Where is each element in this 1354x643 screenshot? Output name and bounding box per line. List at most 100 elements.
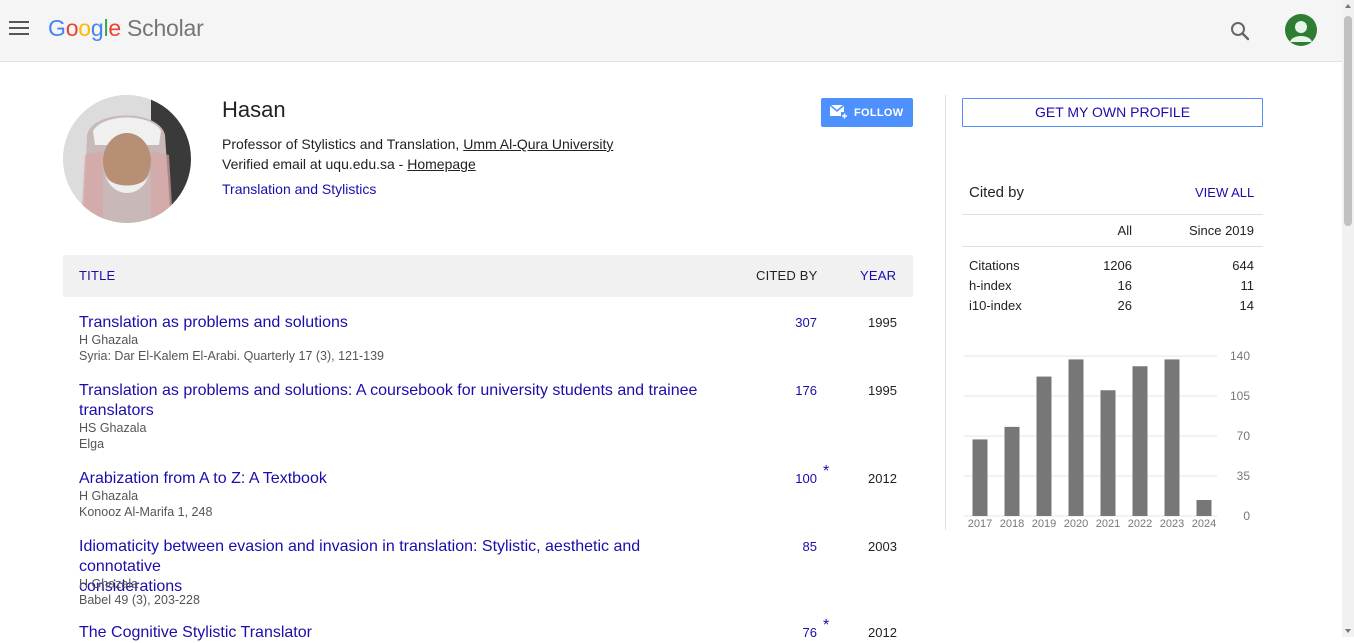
stats-since-value: 11 [1240,278,1255,293]
chart-bar[interactable] [1100,390,1116,516]
cited-by-header[interactable]: CITED BY [756,268,818,283]
cited-by-count-link[interactable]: 76 [763,625,817,640]
article-row: Idiomaticity between evasion and invasio… [63,537,913,613]
chart-x-tick-label: 2017 [968,518,992,530]
cited-by-count-link[interactable]: 176 [763,383,817,398]
citations-bar-chart-svg: 0 35 70 105 140 2017 2018 2019 2020 2021 2022 2023 2… [964,349,1251,530]
article-year: 2012 [868,625,897,640]
chart-y-tick-label: 105 [1230,389,1250,403]
cited-by-count-link[interactable]: 100 [763,471,817,486]
chart-x-tick-label: 2024 [1192,518,1216,530]
chart-x-tick-label: 2020 [1064,518,1088,530]
article-title-link[interactable]: Translation as problems and solutions [79,313,719,333]
logo-letter: g [90,15,104,41]
article-row: Translation as problems and solutions: A… [63,381,913,457]
cited-by-heading: Cited by [969,184,1025,201]
account-avatar-icon[interactable] [1285,14,1317,46]
chart-bar[interactable] [972,439,988,516]
chart-x-tick-label: 2019 [1032,518,1056,530]
scrollbar-thumb[interactable] [1344,16,1352,226]
chart-x-tick-label: 2021 [1096,518,1120,530]
logo-letter: e [108,15,121,41]
chart-bar[interactable] [1004,426,1020,516]
scroll-up-arrow-icon[interactable] [1345,4,1351,8]
hamburger-menu-icon[interactable] [9,21,29,37]
stats-col-since: Since 2019 [1188,223,1254,238]
research-interest-link[interactable]: Translation and Stylistics [222,181,376,197]
article-authors: HS Ghazala [79,421,147,435]
article-title-line: Idiomaticity between evasion and invasio… [79,538,641,575]
stats-label: h-index [969,278,1012,293]
stats-all-value: 16 [1117,278,1132,293]
chart-x-tick-label: 2023 [1160,518,1184,530]
google-scholar-logo[interactable]: Google Scholar [48,15,204,42]
article-year: 2003 [868,539,897,554]
logo-letter: G [48,15,66,41]
sort-by-title[interactable]: TITLE [79,268,115,283]
stats-all-value: 1206 [1103,258,1132,273]
sort-by-year[interactable]: YEAR [860,268,896,283]
articles-table-header: TITLE CITED BY YEAR [63,255,913,297]
scroll-down-arrow-icon[interactable] [1345,629,1351,633]
stats-label: Citations [969,258,1020,273]
sidebar-divider [945,95,946,530]
follow-button[interactable]: FOLLOW [821,98,913,127]
chart-x-tick-label: 2018 [1000,518,1024,530]
search-icon[interactable] [1229,20,1251,42]
article-authors: H Ghazala [79,577,139,591]
follow-button-label: FOLLOW [854,107,904,119]
chart-bar[interactable] [1164,359,1180,516]
profile-name: Hasan [222,97,286,122]
page-scrollbar[interactable] [1342,0,1354,637]
chart-bar[interactable] [1068,359,1084,516]
logo-product-name: Scholar [127,15,204,41]
article-title-line: translators [79,402,154,419]
citations-per-year-chart: 0 35 70 105 140 2017 2018 2019 2020 2021 2022 2023 2… [960,345,1260,535]
chart-x-tick-label: 2022 [1128,518,1152,530]
article-title-line: Arabization from A to Z: A Textbook [79,470,327,487]
logo-letter: o [65,15,79,41]
cited-by-count-link[interactable]: 85 [763,539,817,554]
email-text: Verified email at uqu.edu.sa - [222,156,408,172]
stats-divider [962,246,1263,247]
affiliation-link[interactable]: Umm Al-Qura University [463,136,613,152]
article-row: Translation as problems and solutions H … [63,313,913,369]
merged-citation-marker[interactable]: * [823,617,829,635]
top-bar: Google Scholar [0,0,1342,62]
article-title-line: The Cognitive Stylistic Translator [79,624,312,641]
article-year: 1995 [868,315,897,330]
article-title-link[interactable]: Idiomaticity between evasion and invasio… [79,537,719,597]
article-row: Arabization from A to Z: A Textbook H Gh… [63,463,913,525]
chart-y-tick-label: 35 [1237,469,1251,483]
get-my-own-profile-button[interactable]: GET MY OWN PROFILE [962,98,1263,127]
stats-since-value: 644 [1232,258,1254,273]
article-title-link[interactable]: Arabization from A to Z: A Textbook [79,469,719,489]
chart-bar[interactable] [1196,500,1212,516]
merged-citation-marker[interactable]: * [823,463,829,481]
cited-by-count-link[interactable]: 307 [763,315,817,330]
article-title-line: Translation as problems and solutions [79,314,348,331]
chart-bar[interactable] [1036,376,1052,516]
homepage-link[interactable]: Homepage [407,156,476,172]
article-year: 2012 [868,471,897,486]
profile-photo [63,95,191,223]
affiliation-text: Professor of Stylistics and Translation, [222,136,464,152]
profile-affiliation: Professor of Stylistics and Translation,… [222,136,613,152]
stats-since-value: 14 [1239,298,1254,313]
stats-divider [962,214,1263,215]
stats-all-value: 26 [1117,298,1132,313]
article-authors: H Ghazala [79,489,139,503]
article-title-link[interactable]: The Cognitive Stylistic Translator [79,623,719,643]
chart-y-tick-label: 70 [1237,429,1251,443]
chart-bar[interactable] [1132,366,1148,516]
stats-label: i10-index [969,298,1022,313]
view-all-link[interactable]: VIEW ALL [1195,185,1254,200]
follow-mail-icon [829,104,848,119]
article-venue: Konooz Al-Marifa 1, 248 [79,505,213,519]
chart-y-tick-label: 0 [1243,509,1250,523]
article-title-link[interactable]: Translation as problems and solutions: A… [79,381,719,421]
article-year: 1995 [868,383,897,398]
article-venue: Babel 49 (3), 203-228 [79,593,200,607]
article-venue: Elga [79,437,105,451]
logo-letter: o [78,15,91,41]
